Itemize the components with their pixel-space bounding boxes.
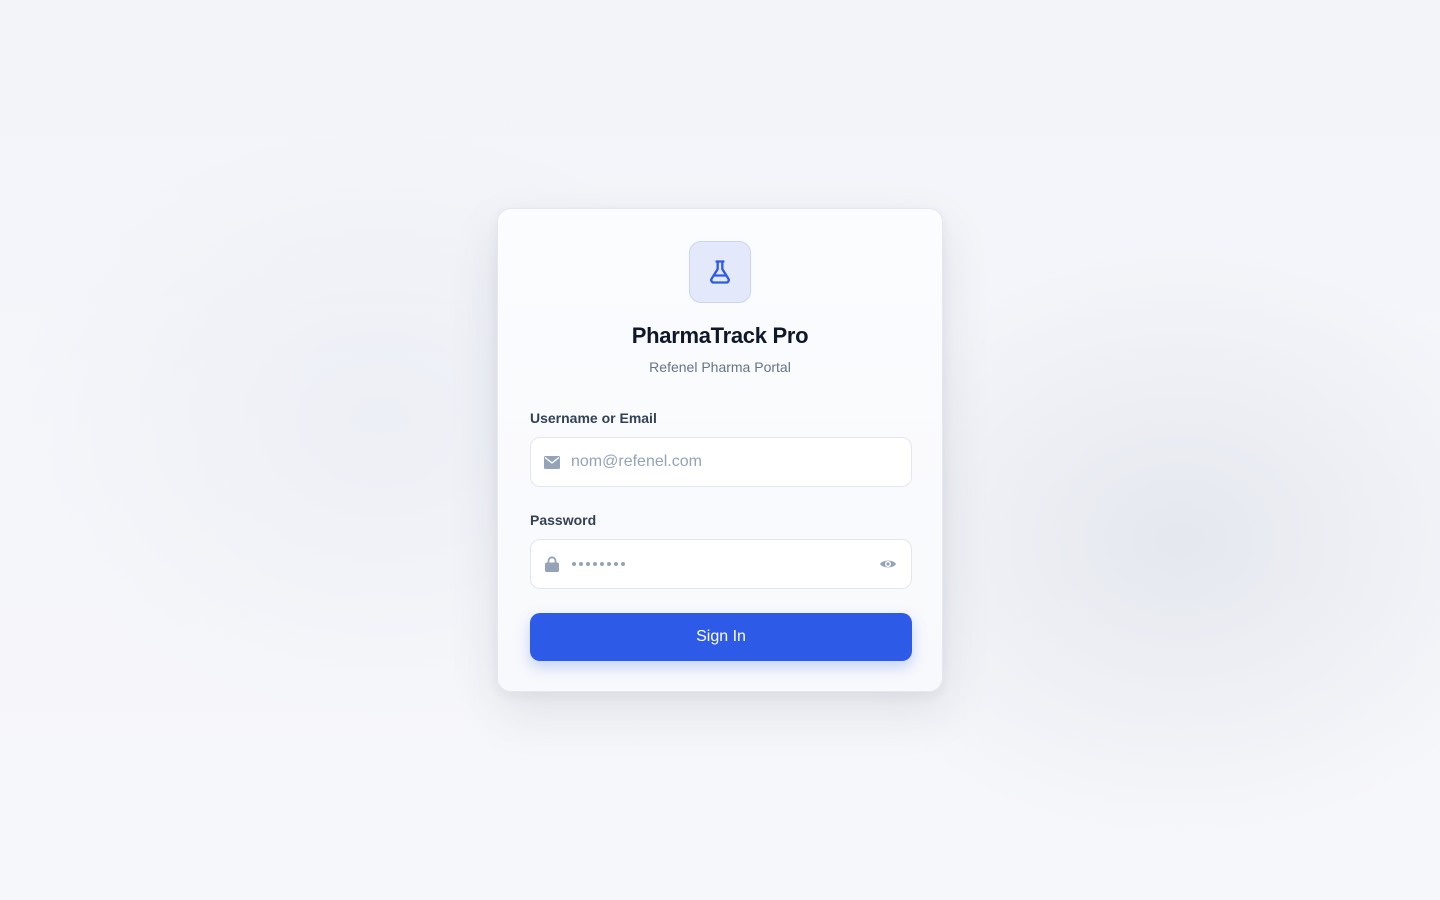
- username-label: Username or Email: [530, 410, 657, 426]
- password-mask-dot: [593, 562, 597, 566]
- username-input[interactable]: [571, 438, 898, 486]
- password-mask-dot: [579, 562, 583, 566]
- username-field[interactable]: [530, 437, 912, 487]
- flask-icon: [710, 260, 730, 284]
- password-mask-dot: [607, 562, 611, 566]
- app-logo: [689, 241, 751, 303]
- login-card: PharmaTrack Pro Refenel Pharma Portal Us…: [497, 208, 943, 692]
- app-subtitle: Refenel Pharma Portal: [649, 359, 791, 375]
- password-mask-dot: [572, 562, 576, 566]
- sign-in-button[interactable]: Sign In: [530, 613, 912, 661]
- password-input[interactable]: [572, 562, 878, 566]
- password-mask-dot: [621, 562, 625, 566]
- eye-icon[interactable]: [878, 554, 898, 574]
- lock-icon: [544, 556, 560, 572]
- password-mask-dot: [600, 562, 604, 566]
- password-label: Password: [530, 512, 597, 528]
- envelope-icon: [544, 454, 560, 470]
- app-title: PharmaTrack Pro: [631, 323, 809, 348]
- password-mask-dot: [586, 562, 590, 566]
- password-field[interactable]: [530, 539, 912, 589]
- password-mask-dot: [614, 562, 618, 566]
